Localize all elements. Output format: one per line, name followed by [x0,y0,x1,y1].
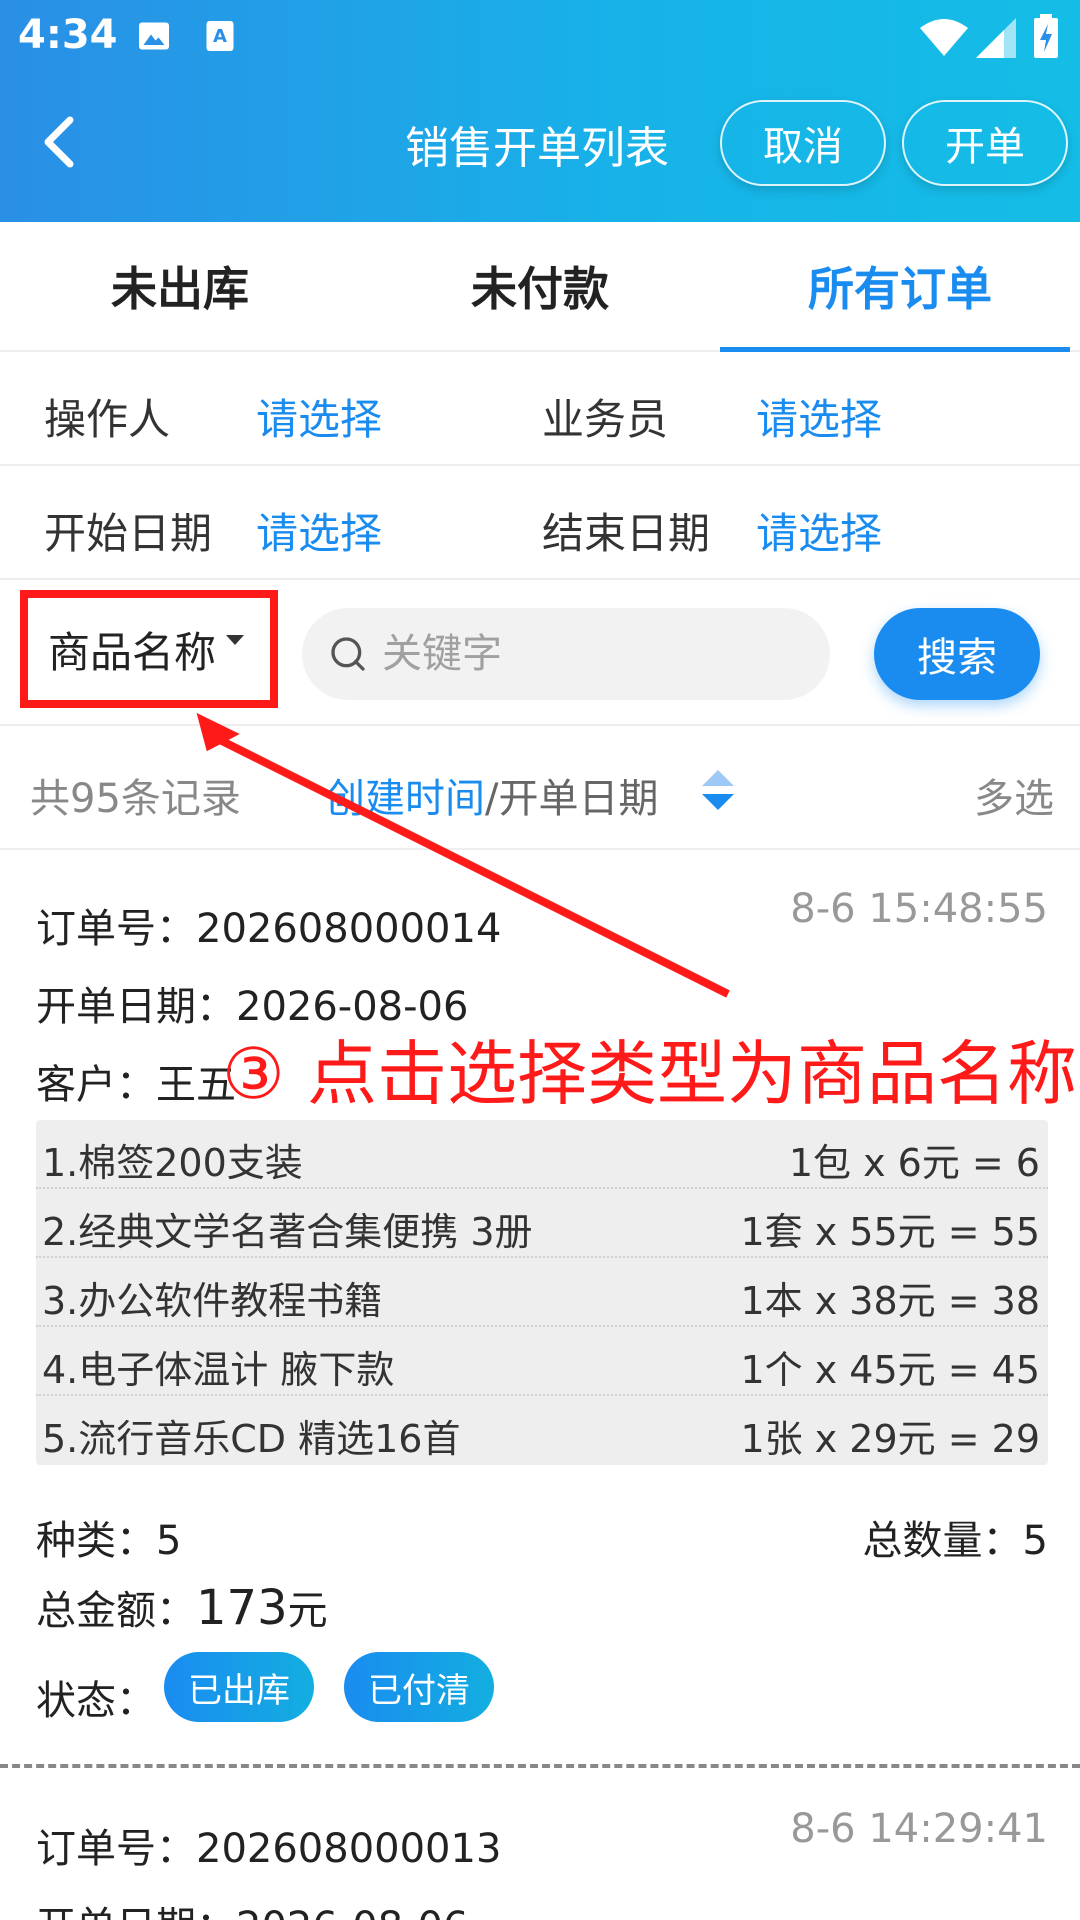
list-item: 2.经典文学名著合集便携 3册 1套 x 55元 = 55 [36,1189,1048,1258]
tab-all-orders[interactable]: 所有订单 [720,222,1080,352]
order-number: 订单号：202608000013 [36,1826,502,1872]
back-arrow-icon[interactable] [30,112,90,172]
search-icon [331,637,365,671]
salesman-label: 业务员 [542,395,669,444]
search-type-value: 商品名称 [48,627,217,677]
item-calc: 1包 x 6元 = 6 [788,1141,1040,1185]
record-count: 共95条记录 [30,776,241,822]
total-amount-value: 173 [196,1580,288,1636]
operator-select[interactable]: 请选择 [256,386,382,447]
search-type-dropdown[interactable]: 商品名称 [20,590,278,708]
item-calc: 1个 x 45元 = 45 [740,1348,1040,1392]
status-time: 4:34 [18,12,118,58]
header: 4:34 A 销售开单列表 取消 开单 [0,0,1080,222]
wifi-icon [920,19,968,56]
list-item: 4.电子体温计 腋下款 1个 x 45元 = 45 [36,1327,1048,1396]
tab-not-shipped[interactable]: 未出库 [0,222,360,350]
operator-label: 操作人 [44,395,171,444]
customer: 客户：王五 [36,1062,236,1108]
multi-select-button[interactable]: 多选 [974,766,1054,824]
order-tabs: 未出库 未付款 所有订单 [0,222,1080,352]
item-name: 3.办公软件教程书籍 [42,1279,383,1323]
total-amount: 总金额：173元 [36,1578,328,1636]
start-date-select[interactable]: 请选择 [256,500,382,561]
font-download-icon: A [206,21,234,51]
total-amount-unit: 元 [287,1588,328,1634]
annotation-text: ③ 点击选择类型为商品名称 [222,1033,1078,1115]
total-quantity: 总数量：5 [862,1518,1048,1564]
tab-unpaid[interactable]: 未付款 [360,222,720,350]
item-calc: 1张 x 29元 = 29 [740,1417,1040,1461]
signal-icon [976,18,1016,58]
filter-row-dates: 开始日期 请选择 结束日期 请选择 [0,466,1080,580]
filter-row-people: 操作人 请选择 业务员 请选择 [0,352,1080,466]
caret-down-icon [226,635,245,645]
order-time: 8-6 15:48:55 [790,886,1048,932]
search-box [302,608,830,700]
item-name: 5.流行音乐CD 精选16首 [42,1417,461,1461]
item-calc: 1本 x 38元 = 38 [740,1279,1040,1323]
sort-key-order-date[interactable]: /开单日期 [485,776,658,822]
list-item: 1.棉签200支装 1包 x 6元 = 6 [36,1120,1048,1189]
order-date: 开单日期：2026-08-06 [36,1894,468,1920]
sort-key-created-time[interactable]: 创建时间 [325,776,485,822]
item-list: 1.棉签200支装 1包 x 6元 = 6 2.经典文学名著合集便携 3册 1套… [36,1120,1048,1465]
page-title: 销售开单列表 [405,123,669,174]
end-date-label: 结束日期 [542,509,711,558]
item-name: 1.棉签200支装 [42,1141,303,1185]
status-badge-paid: 已付清 [344,1652,494,1722]
sort-toggle-icon[interactable] [700,768,736,812]
search-row: 商品名称 搜索 [0,582,1080,726]
app-bar: 销售开单列表 取消 开单 [0,92,1080,192]
image-icon [139,22,169,50]
item-name: 2.经典文学名著合集便携 3册 [42,1210,533,1254]
order-number: 订单号：202608000014 [36,906,502,952]
item-name: 4.电子体温计 腋下款 [42,1348,395,1392]
start-date-label: 开始日期 [44,509,213,558]
list-item: 3.办公软件教程书籍 1本 x 38元 = 38 [36,1258,1048,1327]
search-button[interactable]: 搜索 [874,608,1040,700]
status-bar: 4:34 A [0,0,1080,72]
cancel-button[interactable]: 取消 [720,100,886,186]
open-order-button[interactable]: 开单 [902,100,1068,186]
total-amount-label: 总金额： [36,1588,196,1634]
item-calc: 1套 x 55元 = 55 [740,1210,1040,1254]
status-label: 状态： [36,1678,156,1724]
salesman-select[interactable]: 请选择 [756,386,882,447]
svg-text:A: A [213,26,227,47]
order-divider [0,1764,1080,1768]
end-date-select[interactable]: 请选择 [756,500,882,561]
sort-row: 共95条记录 创建时间/开单日期 多选 [0,728,1080,850]
list-item: 5.流行音乐CD 精选16首 1张 x 29元 = 29 [36,1396,1048,1465]
battery-icon [1034,14,1058,58]
status-badge-shipped: 已出库 [164,1652,314,1722]
search-input[interactable] [382,608,812,700]
order-time: 8-6 14:29:41 [790,1806,1048,1852]
sort-keys: 创建时间/开单日期 [325,766,658,824]
kinds-count: 种类：5 [36,1518,182,1564]
